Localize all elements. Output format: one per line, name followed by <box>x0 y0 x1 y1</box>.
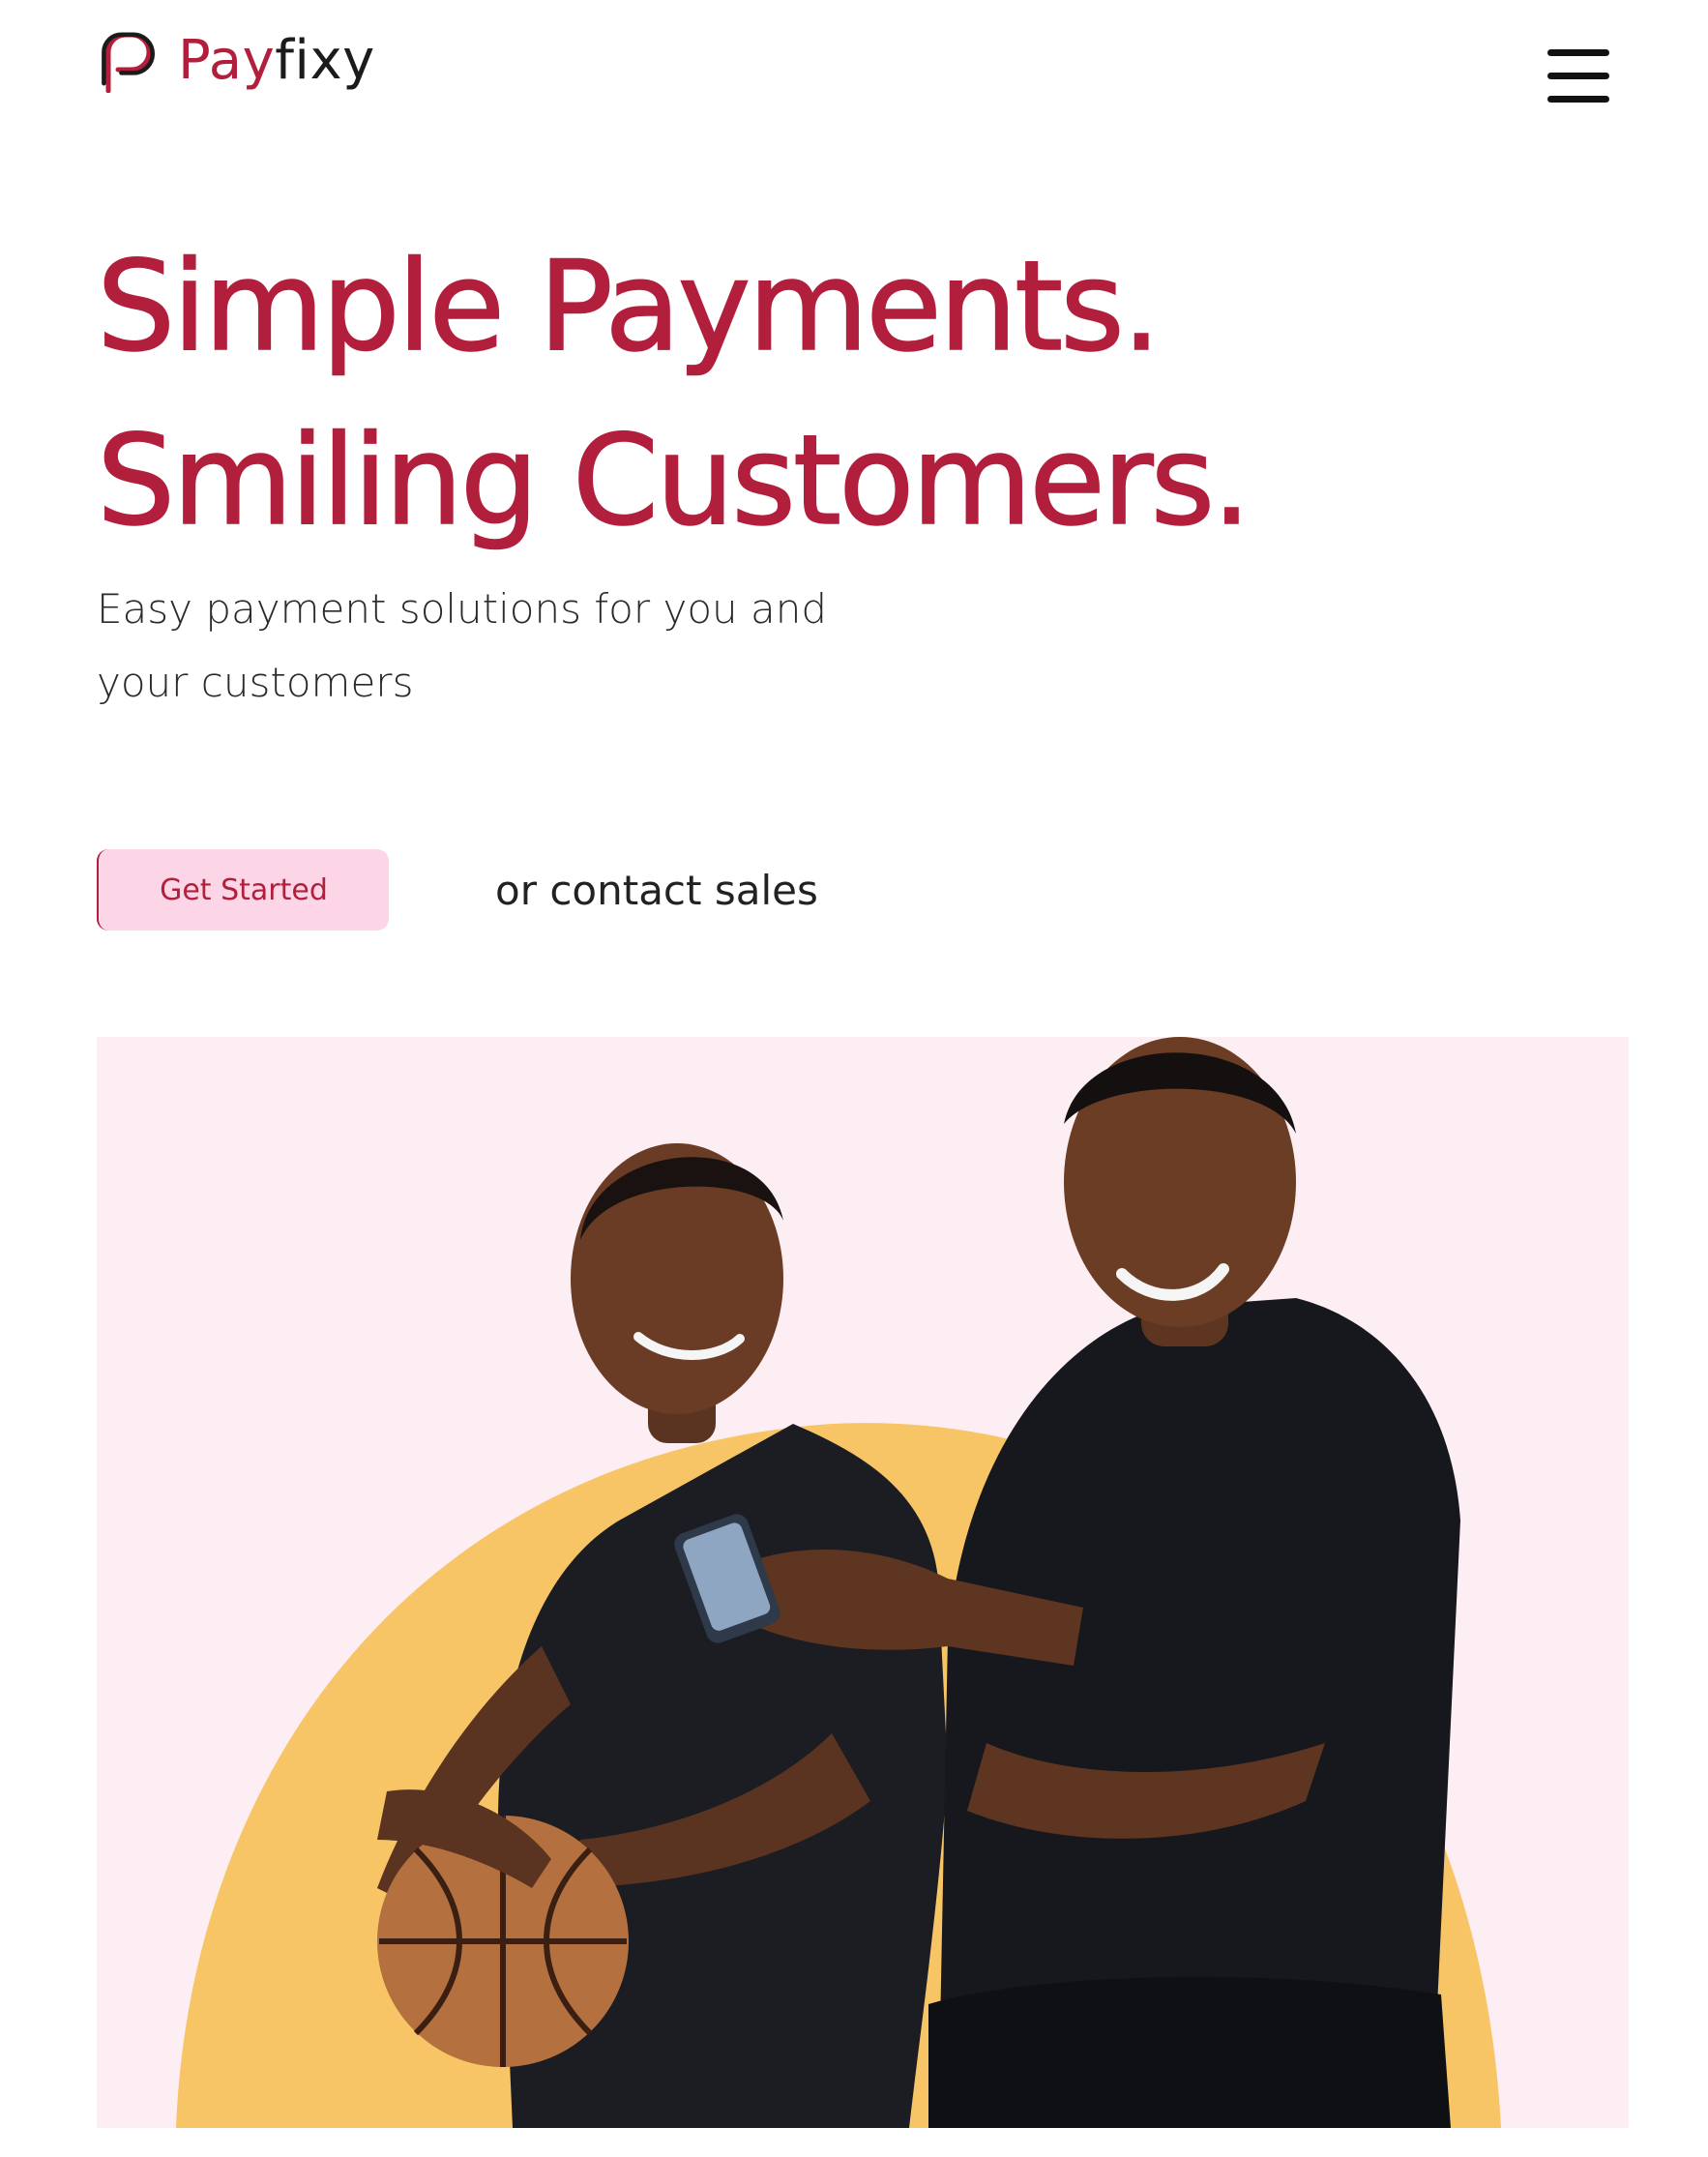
payfixy-logo-icon <box>102 32 155 93</box>
hero-image <box>97 1037 1629 2128</box>
brand-name: Payfixy <box>178 29 375 92</box>
get-started-button[interactable]: Get Started <box>97 849 389 931</box>
hero-title-line-2: Smiling Customers. <box>96 408 1252 554</box>
hero-title: Simple Payments. Smiling Customers. <box>96 221 1252 569</box>
contact-sales-link[interactable]: or contact sales <box>495 867 818 914</box>
hero-subtitle: Easy payment solutions for you and your … <box>97 573 870 720</box>
hero-subtitle-line-1: Easy payment solutions for you and <box>97 585 827 633</box>
hero-title-line-1: Simple Payments. <box>96 234 1162 380</box>
brand-logo[interactable]: Payfixy <box>95 29 375 93</box>
site-header: Payfixy <box>0 0 1708 145</box>
hero-illustration <box>176 1037 1501 2128</box>
hamburger-menu-icon[interactable] <box>1547 46 1615 106</box>
hero-subtitle-line-2: your customers <box>97 659 414 706</box>
